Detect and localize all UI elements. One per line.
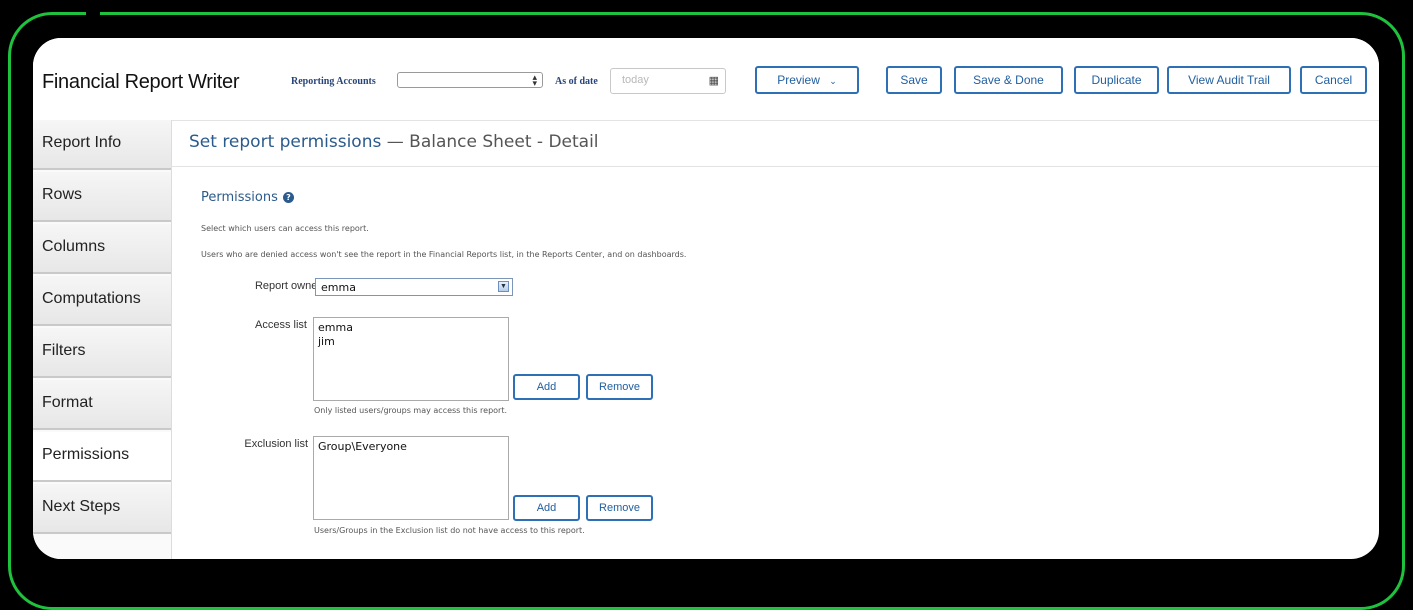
exclusion-list-box[interactable]: Group\Everyone	[313, 436, 509, 520]
reporting-accounts-select[interactable]: ▴ ▾	[397, 72, 543, 88]
as-of-date-label: As of date	[555, 76, 598, 87]
access-add-button[interactable]: Add	[513, 374, 580, 400]
sidebar-item-label: Columns	[42, 238, 106, 255]
exclusion-remove-button[interactable]: Remove	[586, 495, 653, 521]
report-owner-value: emma	[321, 281, 356, 294]
app-title: Financial Report Writer	[42, 71, 240, 93]
access-list-hint: Only listed users/groups may access this…	[314, 406, 508, 415]
section-title-text: Permissions	[201, 190, 278, 205]
permissions-section-title: Permissions?	[201, 190, 294, 205]
exclusion-add-button[interactable]: Add	[513, 495, 580, 521]
preview-label: Preview	[777, 73, 820, 87]
dropdown-arrow-icon[interactable]: ▼	[498, 281, 509, 292]
access-remove-button[interactable]: Remove	[586, 374, 653, 400]
access-list-box[interactable]: emma jim	[313, 317, 509, 401]
select-arrows-icon: ▴ ▾	[532, 72, 537, 88]
app-window: Financial Report Writer Reporting Accoun…	[33, 38, 1379, 559]
sidebar-item-label: Format	[42, 394, 93, 411]
cancel-button[interactable]: Cancel	[1300, 66, 1367, 94]
sidebar-item-filters[interactable]: Filters	[33, 328, 171, 378]
toolbar: Financial Report Writer Reporting Accoun…	[33, 38, 1379, 121]
sidebar-item-label: Filters	[42, 342, 86, 359]
sidebar-item-report-info[interactable]: Report Info	[33, 120, 171, 170]
sidebar-item-label: Next Steps	[42, 498, 121, 515]
report-owner-select[interactable]: emma ▼	[315, 278, 513, 296]
preview-button[interactable]: Preview ⌄	[755, 66, 859, 94]
report-owner-label: Report owner	[254, 280, 321, 292]
save-button[interactable]: Save	[886, 66, 942, 94]
sidebar-item-permissions[interactable]: Permissions	[33, 432, 171, 482]
page-title-sub: — Balance Sheet - Detail	[381, 132, 599, 152]
sidebar-item-computations[interactable]: Computations	[33, 276, 171, 326]
page-title-main: Set report permissions	[189, 132, 382, 152]
view-audit-trail-button[interactable]: View Audit Trail	[1167, 66, 1291, 94]
permissions-denied-note: Users who are denied access won't see th…	[201, 250, 687, 259]
sidebar: Report Info Rows Columns Computations Fi…	[33, 120, 172, 559]
sidebar-item-label: Permissions	[42, 446, 130, 463]
reporting-accounts-label: Reporting Accounts	[291, 76, 376, 87]
page-title: Set report permissions — Balance Sheet -…	[189, 132, 599, 152]
save-and-done-button[interactable]: Save & Done	[954, 66, 1063, 94]
sidebar-item-next-steps[interactable]: Next Steps	[33, 484, 171, 534]
page-header: Set report permissions — Balance Sheet -…	[171, 120, 1379, 167]
sidebar-item-format[interactable]: Format	[33, 380, 171, 430]
calendar-icon[interactable]: ▦	[709, 74, 719, 87]
exclusion-list-label: Exclusion list	[244, 438, 308, 450]
sidebar-item-label: Rows	[42, 186, 83, 203]
duplicate-button[interactable]: Duplicate	[1074, 66, 1159, 94]
frame-notch	[86, 6, 100, 20]
sidebar-item-columns[interactable]: Columns	[33, 224, 171, 274]
permissions-description: Select which users can access this repor…	[201, 224, 369, 233]
sidebar-item-label: Report Info	[42, 134, 122, 151]
list-item[interactable]: emma	[318, 321, 504, 335]
help-icon[interactable]: ?	[282, 192, 294, 203]
list-item[interactable]: Group\Everyone	[318, 440, 504, 454]
sidebar-item-rows[interactable]: Rows	[33, 172, 171, 222]
exclusion-list-hint: Users/Groups in the Exclusion list do no…	[314, 526, 585, 535]
chevron-down-icon: ⌄	[829, 76, 837, 86]
list-item[interactable]: jim	[318, 335, 504, 349]
as-of-date-placeholder: today	[622, 74, 649, 86]
sidebar-item-label: Computations	[42, 290, 141, 307]
as-of-date-input[interactable]: today ▦	[610, 68, 726, 94]
access-list-label: Access list	[255, 319, 307, 331]
